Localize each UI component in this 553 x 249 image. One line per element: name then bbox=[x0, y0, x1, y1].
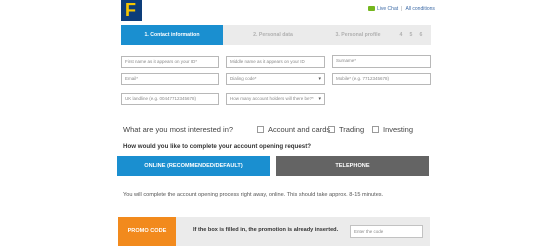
chevron-down-icon: ▾ bbox=[318, 76, 321, 82]
promo-note: If the box is filled in, the promotion i… bbox=[193, 227, 339, 233]
email-field[interactable]: Email* bbox=[121, 73, 219, 85]
surname-field[interactable]: Surname* bbox=[332, 55, 431, 68]
dialing-code-value: Dialing code* bbox=[230, 76, 257, 81]
all-conditions-link[interactable]: All conditions bbox=[405, 6, 434, 12]
middle-name-field[interactable]: Middle name as it appears on your ID bbox=[226, 56, 325, 68]
chevron-down-icon: ▾ bbox=[318, 96, 321, 102]
interest-option-accounts[interactable]: Account and cards bbox=[257, 125, 330, 134]
step-personal-data[interactable]: 2. Personal data bbox=[223, 25, 323, 45]
online-option-button[interactable]: ONLINE (RECOMMENDED/DEFAULT) bbox=[117, 156, 270, 176]
checkbox-icon[interactable] bbox=[372, 125, 379, 133]
uk-landline-field[interactable]: UK landline (e.g. 00447712345678) bbox=[121, 93, 219, 105]
steps-bar: 1. Contact information 2. Personal data … bbox=[121, 25, 431, 45]
interest-question: What are you most interested in? bbox=[123, 125, 234, 134]
step-contact-information[interactable]: 1. Contact information bbox=[121, 25, 223, 45]
checkbox-icon[interactable] bbox=[257, 125, 264, 133]
interest-option-label: Investing bbox=[383, 125, 414, 134]
company-logo: F bbox=[121, 0, 142, 21]
promo-code-label: PROMO CODE bbox=[118, 217, 176, 246]
step-6[interactable]: 6 bbox=[416, 25, 426, 45]
checkbox-icon[interactable] bbox=[328, 125, 335, 133]
telephone-option-button[interactable]: TELEPHONE bbox=[276, 156, 429, 176]
top-links: Live Chat | All conditions bbox=[368, 4, 435, 14]
completion-question: How would you like to complete your acco… bbox=[123, 143, 312, 150]
dialing-code-select[interactable]: Dialing code* ▾ bbox=[226, 73, 325, 85]
completion-info-text: You will complete the account opening pr… bbox=[123, 192, 384, 198]
step-4[interactable]: 4 bbox=[396, 25, 406, 45]
account-holders-select[interactable]: How many account holders will there be?*… bbox=[226, 93, 325, 105]
interest-option-trading[interactable]: Trading bbox=[328, 125, 364, 134]
live-chat-link[interactable]: Live Chat bbox=[377, 6, 398, 12]
step-personal-profile[interactable]: 3. Personal profile bbox=[323, 25, 393, 45]
first-name-field[interactable]: First name as it appears on your ID* bbox=[121, 56, 219, 68]
mobile-field[interactable]: Mobile* (e.g. 7712345678) bbox=[332, 73, 431, 85]
promo-code-input[interactable]: Enter the code bbox=[350, 225, 423, 238]
logo-letter: F bbox=[125, 0, 136, 20]
interest-option-investing[interactable]: Investing bbox=[372, 125, 413, 134]
link-separator: | bbox=[401, 6, 403, 12]
step-5[interactable]: 5 bbox=[406, 25, 416, 45]
interest-option-label: Account and cards bbox=[268, 125, 331, 134]
account-holders-value: How many account holders will there be?* bbox=[230, 96, 314, 101]
chat-icon[interactable] bbox=[368, 6, 375, 12]
interest-option-label: Trading bbox=[339, 125, 365, 134]
